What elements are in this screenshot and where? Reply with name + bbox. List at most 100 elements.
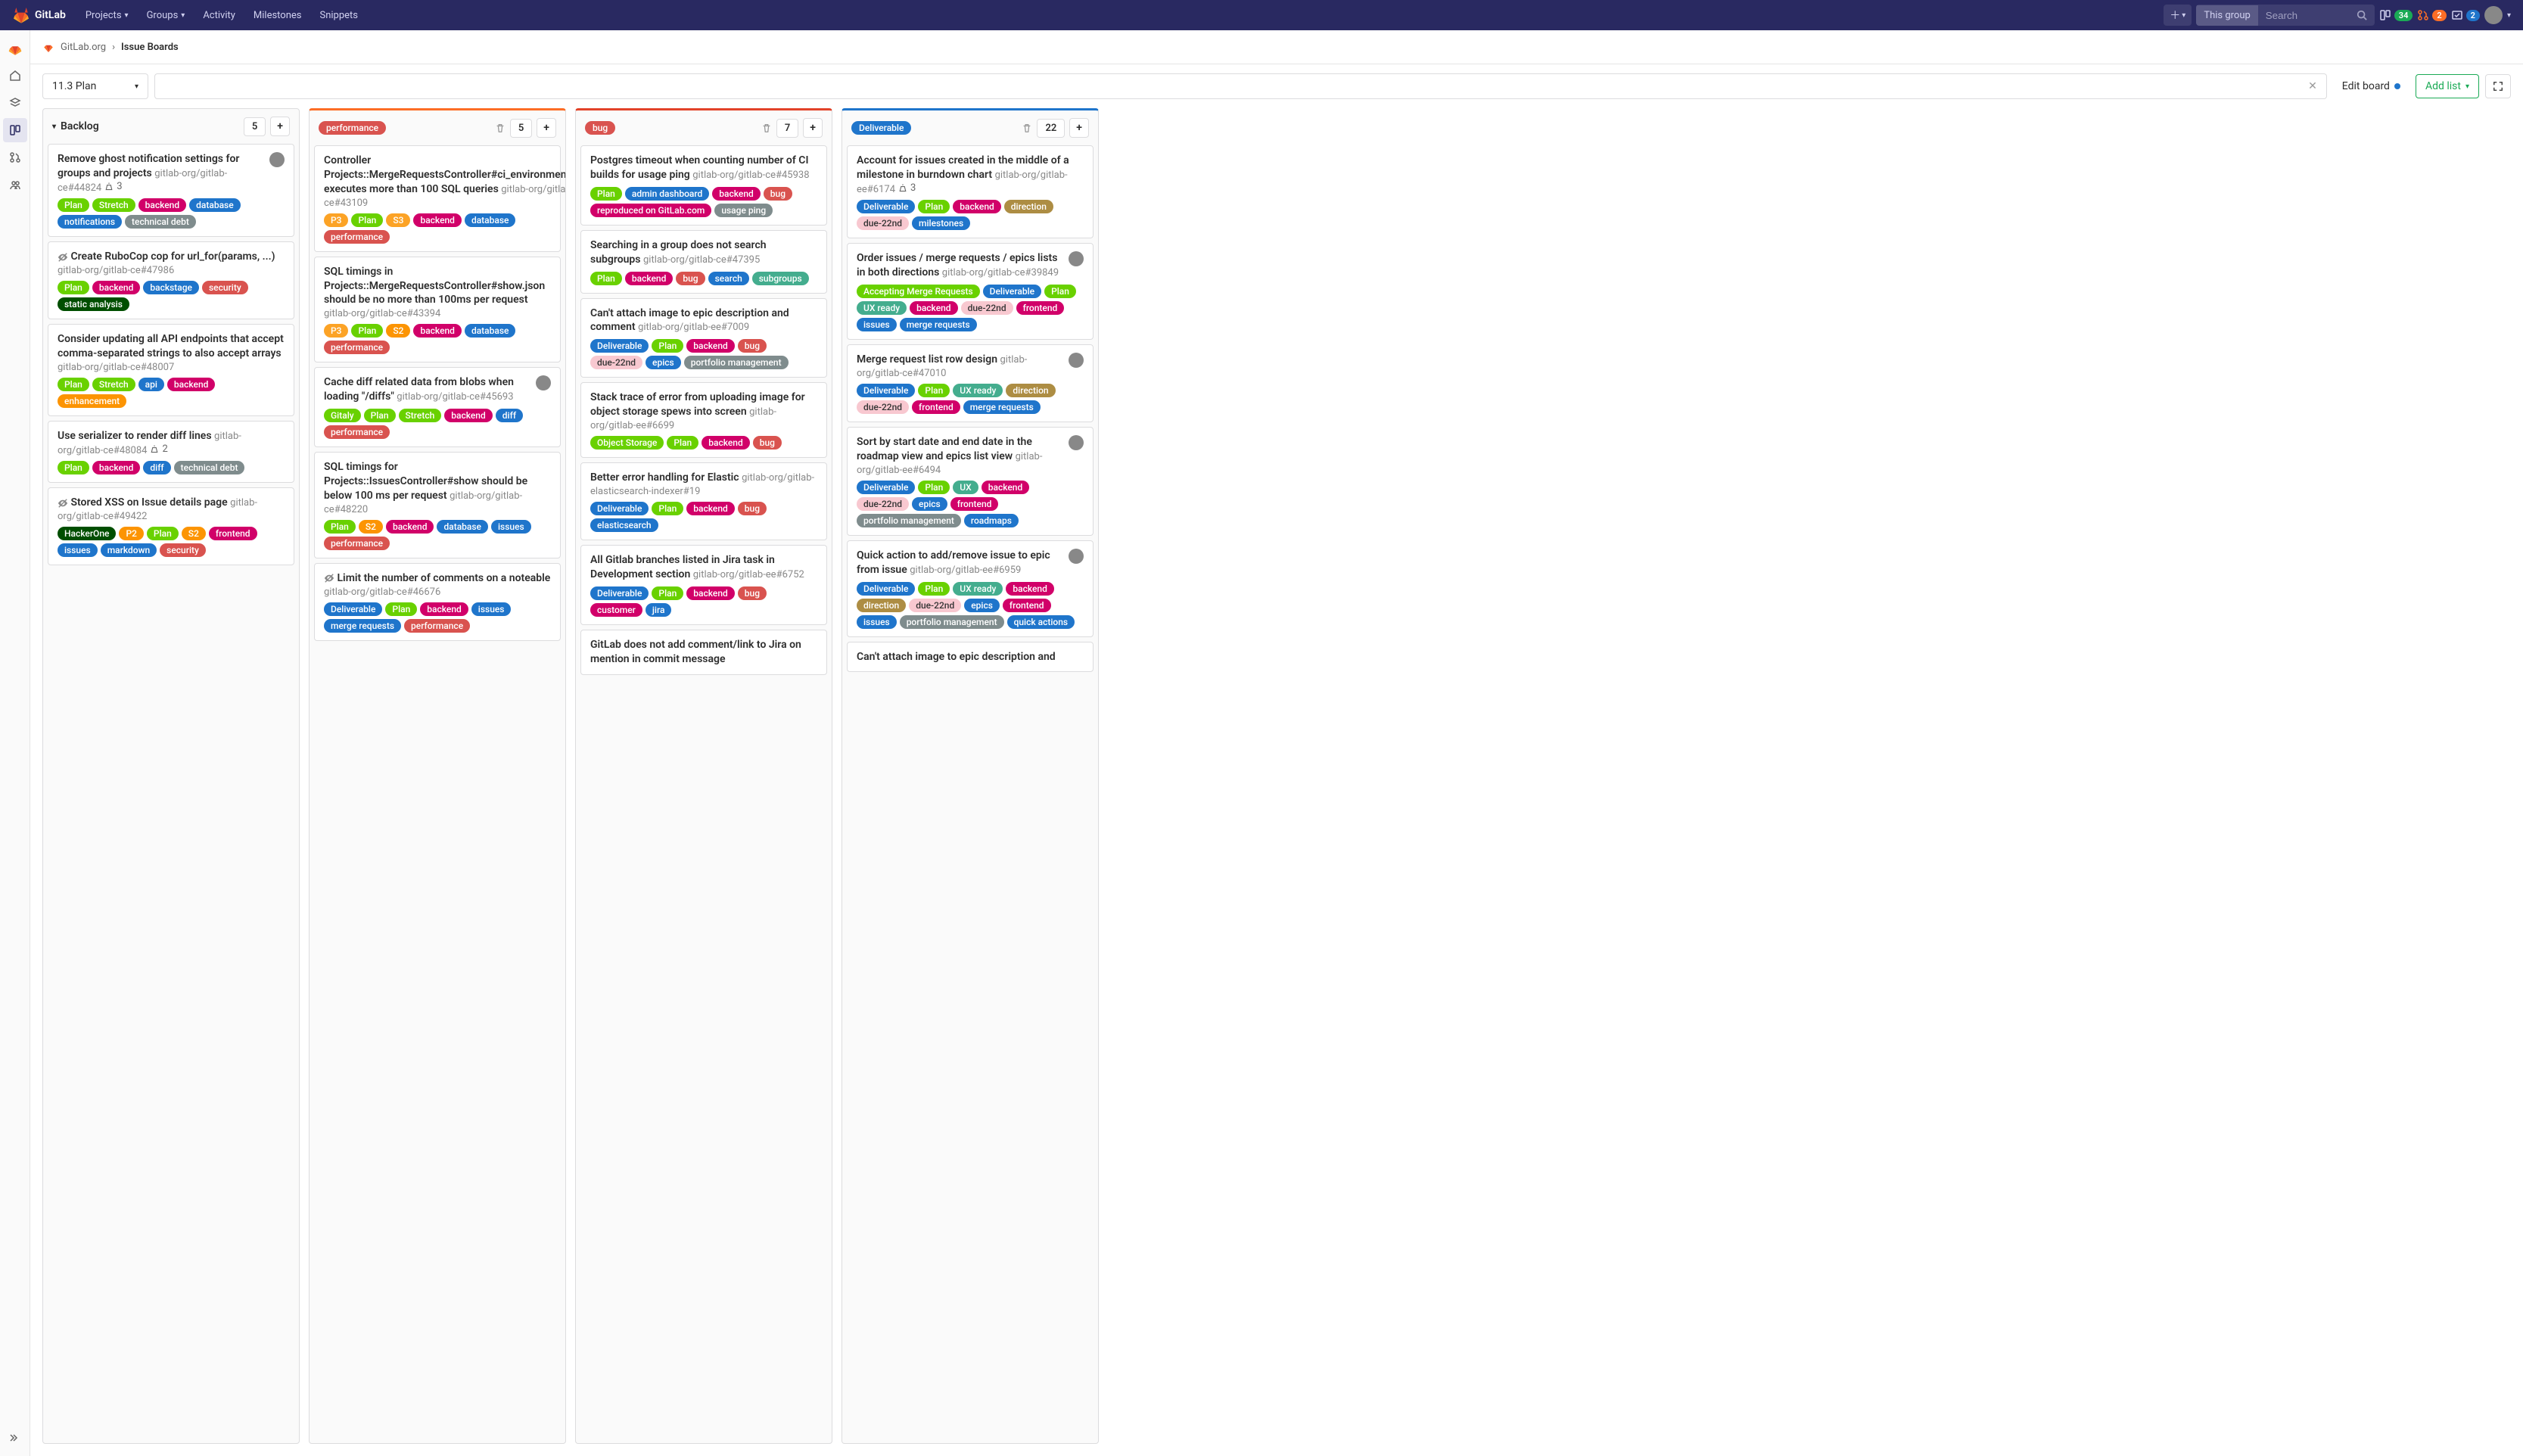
issue-card[interactable]: Remove ghost notification settings for g… bbox=[48, 144, 294, 237]
label-epics: epics bbox=[964, 599, 1000, 612]
issue-card[interactable]: Searching in a group does not search sub… bbox=[580, 230, 827, 294]
board-select[interactable]: 11.3 Plan ▾ bbox=[42, 73, 148, 99]
add-list-button[interactable]: Add list ▾ bbox=[2416, 74, 2479, 98]
edit-indicator-icon bbox=[2394, 83, 2400, 89]
issue-card[interactable]: Quick action to add/remove issue to epic… bbox=[847, 540, 1094, 637]
label-backend: backend bbox=[420, 602, 468, 616]
label-backend: backend bbox=[1006, 582, 1054, 596]
sidebar-overview[interactable] bbox=[3, 64, 27, 88]
home-icon bbox=[9, 70, 21, 82]
card-labels: P3PlanS2backenddatabaseperformance bbox=[324, 324, 551, 354]
gitlab-logo[interactable]: GitLab bbox=[12, 6, 66, 24]
breadcrumb-group[interactable]: GitLab.org bbox=[61, 42, 106, 53]
issue-card[interactable]: Order issues / merge requests / epics li… bbox=[847, 243, 1094, 340]
label-performance: performance bbox=[324, 425, 390, 439]
label-hackerone: HackerOne bbox=[58, 527, 116, 540]
user-avatar[interactable] bbox=[2484, 6, 2503, 24]
label-deliverable: Deliverable bbox=[590, 502, 649, 515]
sidebar-merge-requests[interactable] bbox=[3, 145, 27, 170]
label-issues: issues bbox=[58, 543, 98, 557]
card-content: SQL timings in Projects::MergeRequestsCo… bbox=[324, 266, 545, 320]
issue-card[interactable]: Account for issues created in the middle… bbox=[847, 145, 1094, 238]
issue-card[interactable]: SQL timings for Projects::IssuesControll… bbox=[314, 452, 561, 558]
card-content: Stack trace of error from uploading imag… bbox=[590, 391, 805, 431]
label-backend: backend bbox=[953, 200, 1001, 213]
add-card-button[interactable]: + bbox=[537, 118, 556, 138]
card-content: Postgres timeout when counting number of… bbox=[590, 154, 810, 181]
nav-milestones[interactable]: Milestones bbox=[246, 4, 310, 27]
add-card-button[interactable]: + bbox=[270, 117, 290, 136]
label-issues: issues bbox=[857, 615, 897, 629]
clear-icon[interactable]: ✕ bbox=[2308, 80, 2317, 92]
issue-card[interactable]: Better error handling for Elastic gitlab… bbox=[580, 462, 827, 540]
list-label: performance bbox=[319, 121, 386, 135]
search-icon[interactable] bbox=[2349, 5, 2375, 26]
search-input[interactable] bbox=[2258, 5, 2349, 26]
label-s2: S2 bbox=[386, 324, 410, 338]
search-scope[interactable]: This group bbox=[2196, 5, 2257, 26]
issue-card[interactable]: Controller Projects::MergeRequestsContro… bbox=[314, 145, 561, 252]
label-p3: P3 bbox=[324, 324, 348, 338]
plus-button[interactable]: ＋▾ bbox=[2164, 5, 2192, 26]
issue-card[interactable]: SQL timings in Projects::MergeRequestsCo… bbox=[314, 257, 561, 363]
issue-card[interactable]: Limit the number of comments on a noteab… bbox=[314, 563, 561, 641]
label-enhancement: enhancement bbox=[58, 394, 126, 408]
issue-card[interactable]: Merge request list row design gitlab-org… bbox=[847, 344, 1094, 422]
sidebar-issues[interactable] bbox=[3, 118, 27, 142]
label-search: search bbox=[708, 272, 749, 285]
issue-card[interactable]: Use serializer to render diff lines gitl… bbox=[48, 421, 294, 483]
label-backend: backend bbox=[686, 586, 735, 600]
issue-card[interactable]: Stored XSS on Issue details page gitlab-… bbox=[48, 487, 294, 565]
card-labels: DeliverablePlanUXbackenddue-22ndepicsfro… bbox=[857, 481, 1084, 527]
filter-input[interactable] bbox=[164, 81, 2308, 92]
list-cards: Postgres timeout when counting number of… bbox=[576, 145, 832, 684]
add-card-button[interactable]: + bbox=[1069, 118, 1089, 138]
issues-count[interactable]: 34 bbox=[2379, 9, 2413, 21]
add-card-button[interactable]: + bbox=[803, 118, 823, 138]
todos-count[interactable]: 2 bbox=[2451, 9, 2480, 21]
issue-card[interactable]: Cache diff related data from blobs when … bbox=[314, 367, 561, 447]
label-plan: Plan bbox=[918, 384, 950, 397]
nav-groups[interactable]: Groups▾ bbox=[139, 4, 193, 27]
board-list: bug7+Postgres timeout when counting numb… bbox=[575, 108, 832, 1444]
sidebar-members[interactable] bbox=[3, 173, 27, 197]
issue-card[interactable]: Can't attach image to epic description a… bbox=[847, 642, 1094, 673]
edit-board-button[interactable]: Edit board bbox=[2333, 74, 2409, 98]
mr-count[interactable]: 2 bbox=[2417, 9, 2446, 21]
label-performance: performance bbox=[404, 619, 470, 633]
label-due-22nd: due-22nd bbox=[590, 356, 642, 369]
label-frontend: frontend bbox=[1016, 301, 1065, 315]
label-plan: Plan bbox=[1044, 285, 1076, 298]
sidebar-collapse[interactable] bbox=[3, 1426, 27, 1450]
top-nav-right: ＋▾ This group 34 2 2 ▾ bbox=[2164, 5, 2511, 26]
issue-card[interactable]: Consider updating all API endpoints that… bbox=[48, 324, 294, 416]
card-labels: Accepting Merge RequestsDeliverablePlanU… bbox=[857, 285, 1084, 331]
board-list: ▾Backlog5+Remove ghost notification sett… bbox=[42, 108, 300, 1444]
delete-list-icon[interactable] bbox=[1022, 122, 1032, 134]
card-content: Account for issues created in the middle… bbox=[857, 154, 1069, 195]
label-deliverable: Deliverable bbox=[857, 582, 915, 596]
delete-list-icon[interactable] bbox=[495, 122, 506, 134]
sidebar-group[interactable] bbox=[3, 36, 27, 61]
label-backend: backend bbox=[413, 324, 462, 338]
issue-card[interactable]: All Gitlab branches listed in Jira task … bbox=[580, 545, 827, 625]
issue-card[interactable]: Stack trace of error from uploading imag… bbox=[580, 382, 827, 458]
nav-snippets[interactable]: Snippets bbox=[313, 4, 366, 27]
label-plan: Plan bbox=[918, 481, 950, 494]
issue-card[interactable]: Create RuboCop cop for url_for(params, .… bbox=[48, 241, 294, 319]
fullscreen-button[interactable] bbox=[2485, 74, 2511, 98]
nav-activity[interactable]: Activity bbox=[195, 4, 243, 27]
nav-projects[interactable]: Projects▾ bbox=[78, 4, 136, 27]
card-title: Sort by start date and end date in the r… bbox=[857, 436, 1032, 462]
sidebar-epics[interactable] bbox=[3, 91, 27, 115]
label-database: database bbox=[437, 520, 488, 534]
label-reproduced-on-gitlab-com: reproduced on GitLab.com bbox=[590, 204, 711, 217]
issue-card[interactable]: GitLab does not add comment/link to Jira… bbox=[580, 630, 827, 675]
chevron-down-icon[interactable]: ▾ bbox=[52, 123, 56, 131]
label-portfolio-management: portfolio management bbox=[857, 514, 961, 527]
issue-card[interactable]: Can't attach image to epic description a… bbox=[580, 298, 827, 378]
issue-card[interactable]: Sort by start date and end date in the r… bbox=[847, 427, 1094, 536]
issue-card[interactable]: Postgres timeout when counting number of… bbox=[580, 145, 827, 226]
delete-list-icon[interactable] bbox=[761, 122, 772, 134]
label-backend: backend bbox=[138, 198, 187, 212]
